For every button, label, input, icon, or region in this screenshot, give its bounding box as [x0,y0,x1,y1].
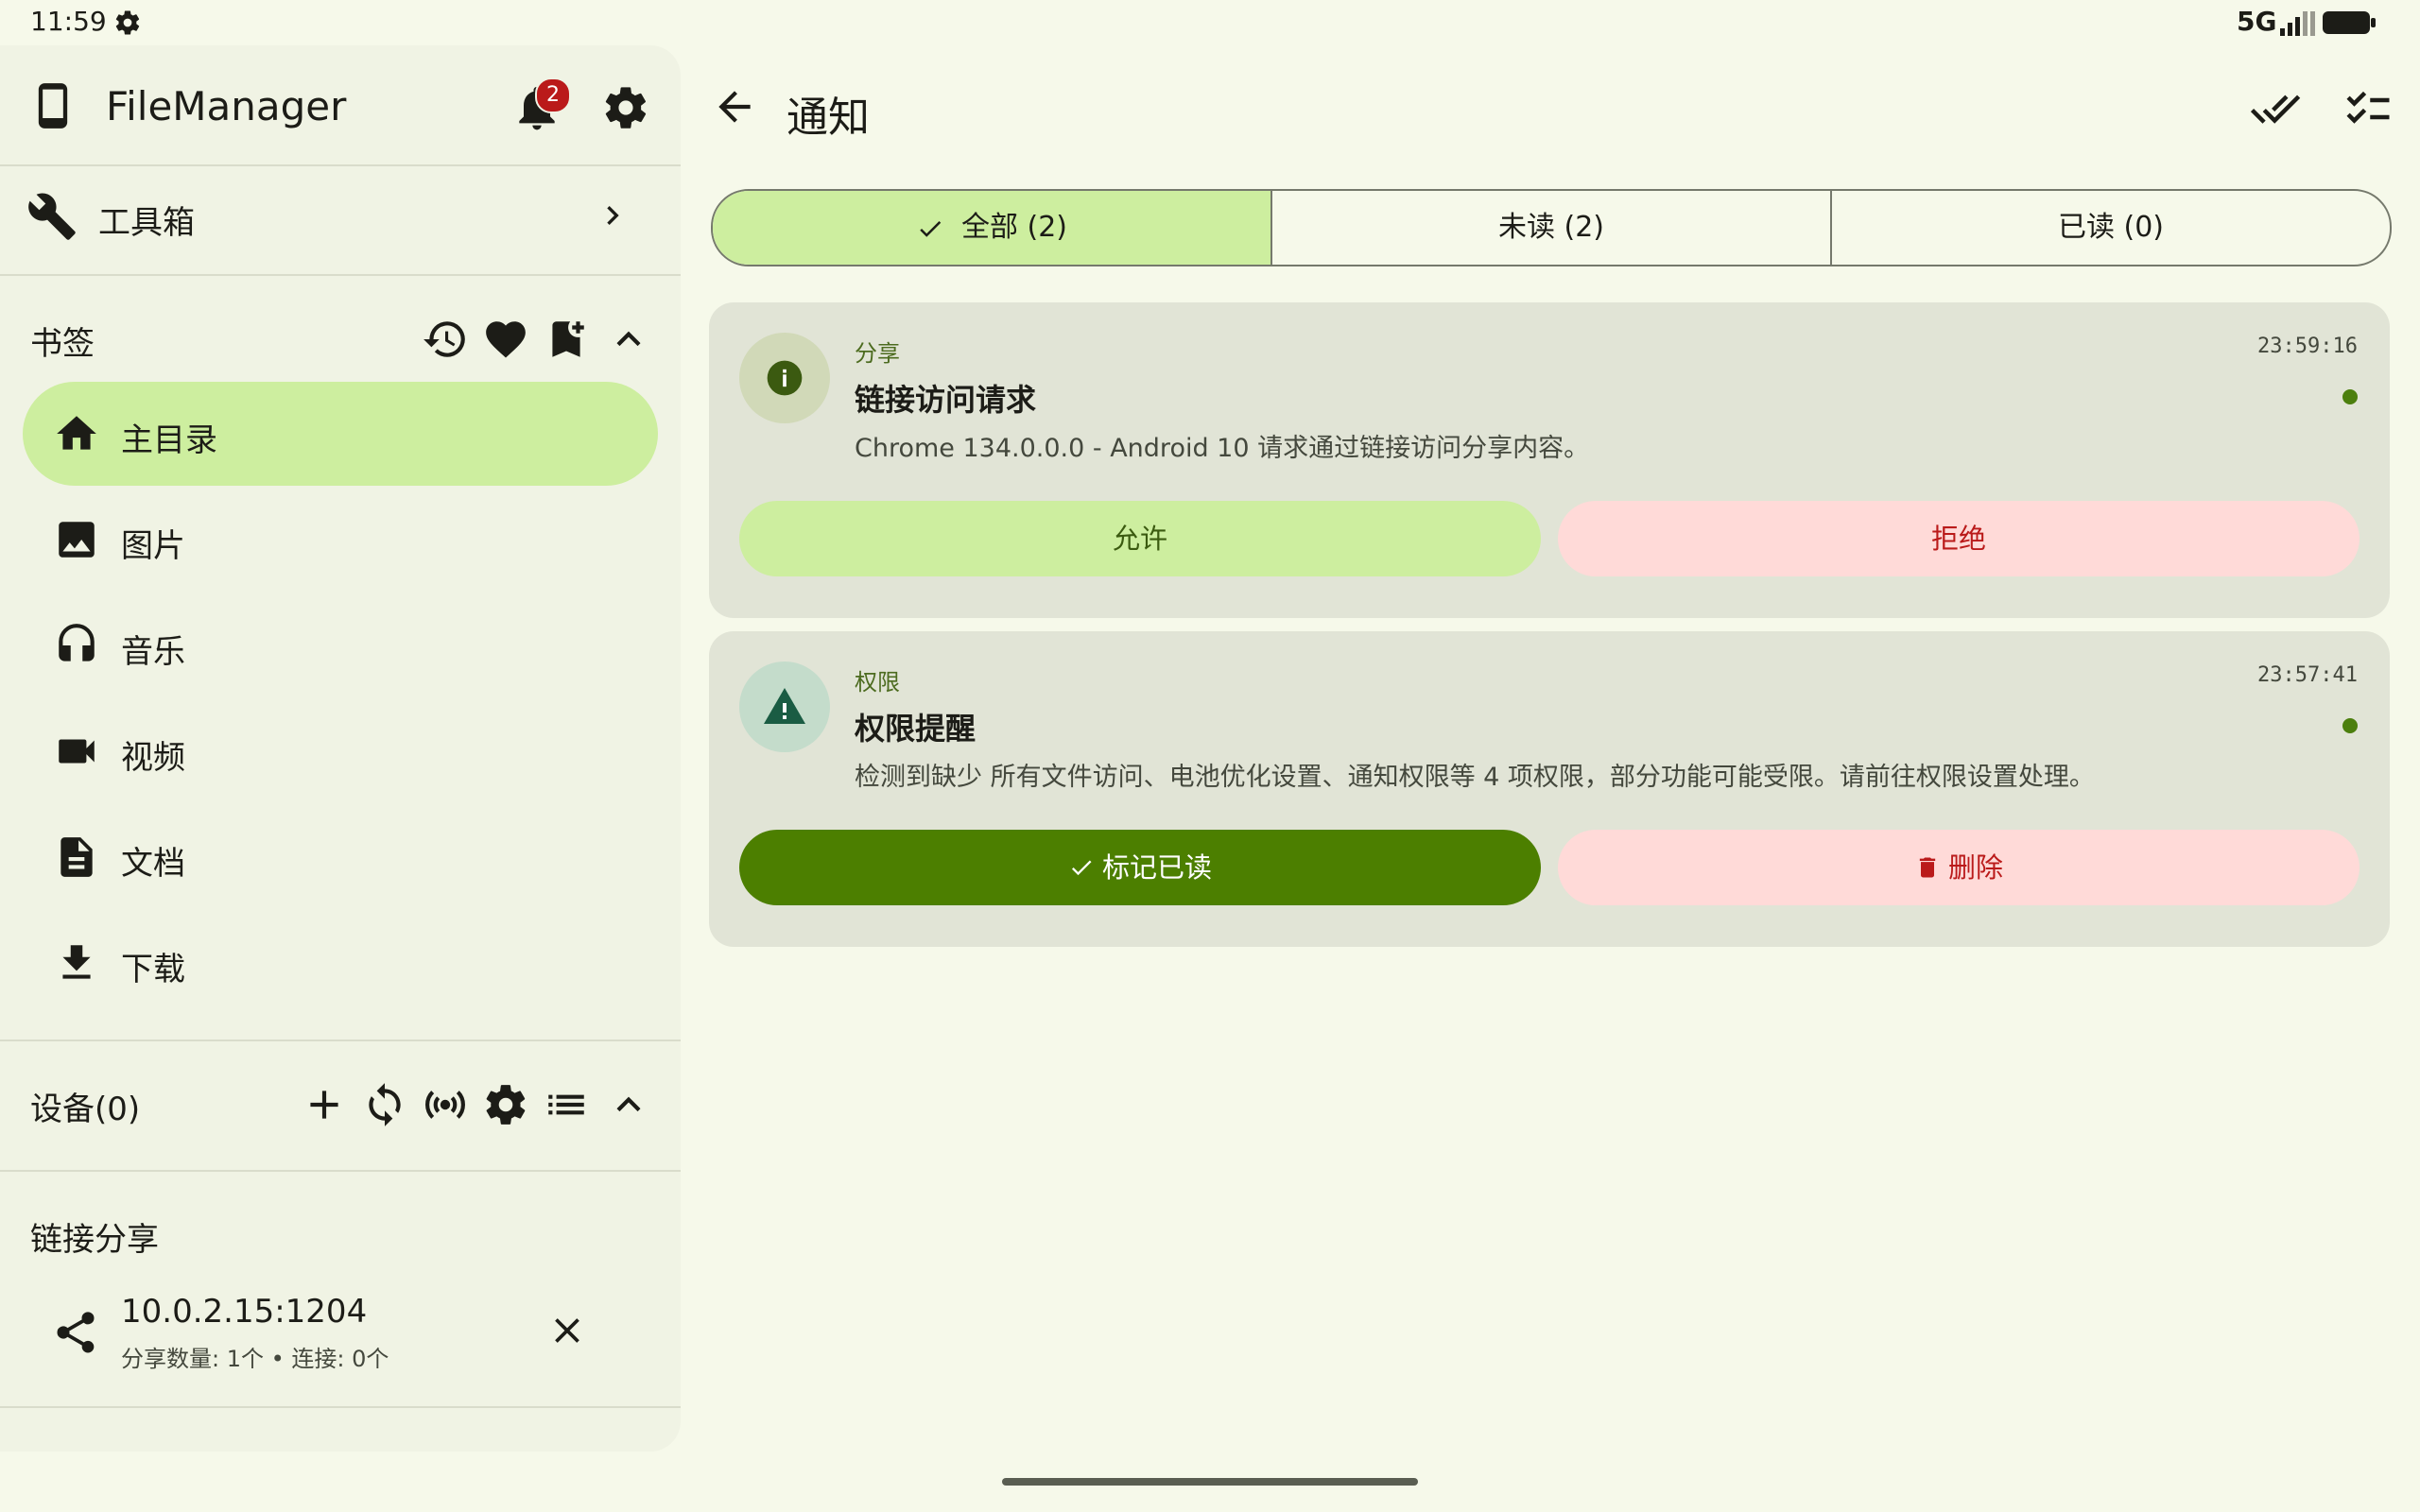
unread-indicator [2342,389,2358,404]
broadcast-icon[interactable] [422,1081,469,1128]
info-icon [767,360,803,396]
bookmark-item-music[interactable]: 音乐 [23,593,658,697]
notification-body: 检测到缺少 所有文件访问、电池优化设置、通知权限等 4 项权限，部分功能可能受限… [855,763,2095,792]
mark-read-label: 标记已读 [1101,851,1212,884]
navigation-drawer: FileManager 2 工具箱 书签 主目录 图片 音乐 视频 文档 下载 … [0,45,681,1452]
wrench-icon [28,193,76,240]
status-time: 11:59 [30,6,107,37]
settings-gear-icon[interactable] [601,83,650,132]
deny-button[interactable]: 拒绝 [1558,501,2360,576]
bookmark-label: 下载 [121,951,185,988]
notification-avatar [739,662,830,752]
home-icon [57,416,96,450]
toolbox-label: 工具箱 [98,204,195,242]
gear-icon [115,10,140,35]
notification-time: 23:59:16 [2257,335,2358,358]
notification-title: 权限提醒 [855,711,977,747]
trash-icon [1919,857,1936,878]
sync-icon[interactable] [361,1081,408,1128]
bookmark-label: 文档 [121,845,185,883]
tab-unread[interactable]: 未读 (2) [1272,191,1832,265]
warning-icon [764,688,805,724]
unread-indicator [2342,718,2358,733]
allow-label: 允许 [1112,523,1167,555]
gesture-home-bar[interactable] [1002,1478,1418,1486]
bookmark-item-home[interactable]: 主目录 [23,382,658,486]
tab-label: 全部 (2) [960,211,1068,244]
notification-body: Chrome 134.0.0.0 - Android 10 请求通过链接访问分享… [855,434,1590,463]
bookmark-label: 主目录 [121,421,217,459]
status-bar: 11:59 5G [0,0,2420,45]
link-share-title: 链接分享 [30,1221,159,1259]
notification-category: 分享 [855,340,900,367]
list-icon[interactable] [543,1081,590,1128]
notification-badge: 2 [535,77,571,113]
download-icon [62,945,91,979]
notification-title: 链接访问请求 [855,382,1037,418]
share-stats: 分享数量: 1个 • 连接: 0个 [121,1346,389,1372]
tab-all[interactable]: 全部 (2) [713,191,1272,265]
notification-card[interactable]: 分享 23:59:16 链接访问请求 Chrome 134.0.0.0 - An… [709,302,2390,618]
check-icon [920,220,942,237]
device-settings-icon[interactable] [482,1081,529,1128]
bookmark-add-icon[interactable] [543,316,590,363]
battery-icon [2323,11,2376,34]
notification-avatar [739,333,830,423]
divider [0,1040,681,1041]
divider [0,274,681,276]
image-icon [59,522,95,558]
delete-label: 删除 [1947,851,2003,884]
check-icon [1071,860,1092,876]
chevron-up-icon[interactable] [605,316,652,363]
divider [0,1406,681,1408]
history-icon[interactable] [422,316,469,363]
heart-icon[interactable] [482,316,529,363]
page-title: 通知 [786,94,870,142]
document-icon [60,837,93,877]
bookmarks-title: 书签 [30,325,95,363]
signal-icon [2280,11,2315,36]
video-icon [59,739,95,764]
bookmark-label: 视频 [121,739,185,777]
headphones-icon [59,624,95,662]
notification-category: 权限 [855,669,900,696]
share-address: 10.0.2.15:1204 [121,1293,368,1331]
toolbox-row[interactable]: 工具箱 [0,166,681,265]
checklist-icon[interactable] [2342,83,2394,134]
share-icon [57,1312,95,1353]
devices-title: 设备(0) [30,1091,141,1128]
deny-label: 拒绝 [1930,523,1986,555]
tab-label: 未读 (2) [1497,211,1605,244]
bookmark-label: 音乐 [121,633,185,671]
bookmark-item-downloads[interactable]: 下载 [23,911,658,1015]
notification-time: 23:57:41 [2257,663,2358,687]
mark-read-button[interactable]: 标记已读 [739,830,1541,905]
close-icon[interactable] [546,1310,588,1351]
tab-label: 已读 (0) [2057,211,2165,244]
bookmark-label: 图片 [121,527,185,565]
app-title: FileManager [106,83,347,129]
bookmark-item-documents[interactable]: 文档 [23,805,658,909]
delete-button[interactable]: 删除 [1558,830,2360,905]
divider [0,1170,681,1172]
back-arrow-icon[interactable] [711,83,758,130]
bookmark-item-video[interactable]: 视频 [23,699,658,803]
tab-read[interactable]: 已读 (0) [1832,191,2390,265]
chevron-up-icon[interactable] [605,1081,652,1128]
bookmark-item-pictures[interactable]: 图片 [23,488,658,592]
filter-tabs: 全部 (2) 未读 (2) 已读 (0) [711,189,2392,266]
notification-card[interactable]: 权限 23:57:41 权限提醒 检测到缺少 所有文件访问、电池优化设置、通知权… [709,631,2390,947]
chevron-right-icon [607,206,619,225]
allow-button[interactable]: 允许 [739,501,1541,576]
add-icon[interactable] [301,1081,348,1128]
phone-icon [38,83,68,129]
mark-all-read-icon[interactable] [2250,83,2301,134]
network-type: 5G [2237,6,2277,37]
